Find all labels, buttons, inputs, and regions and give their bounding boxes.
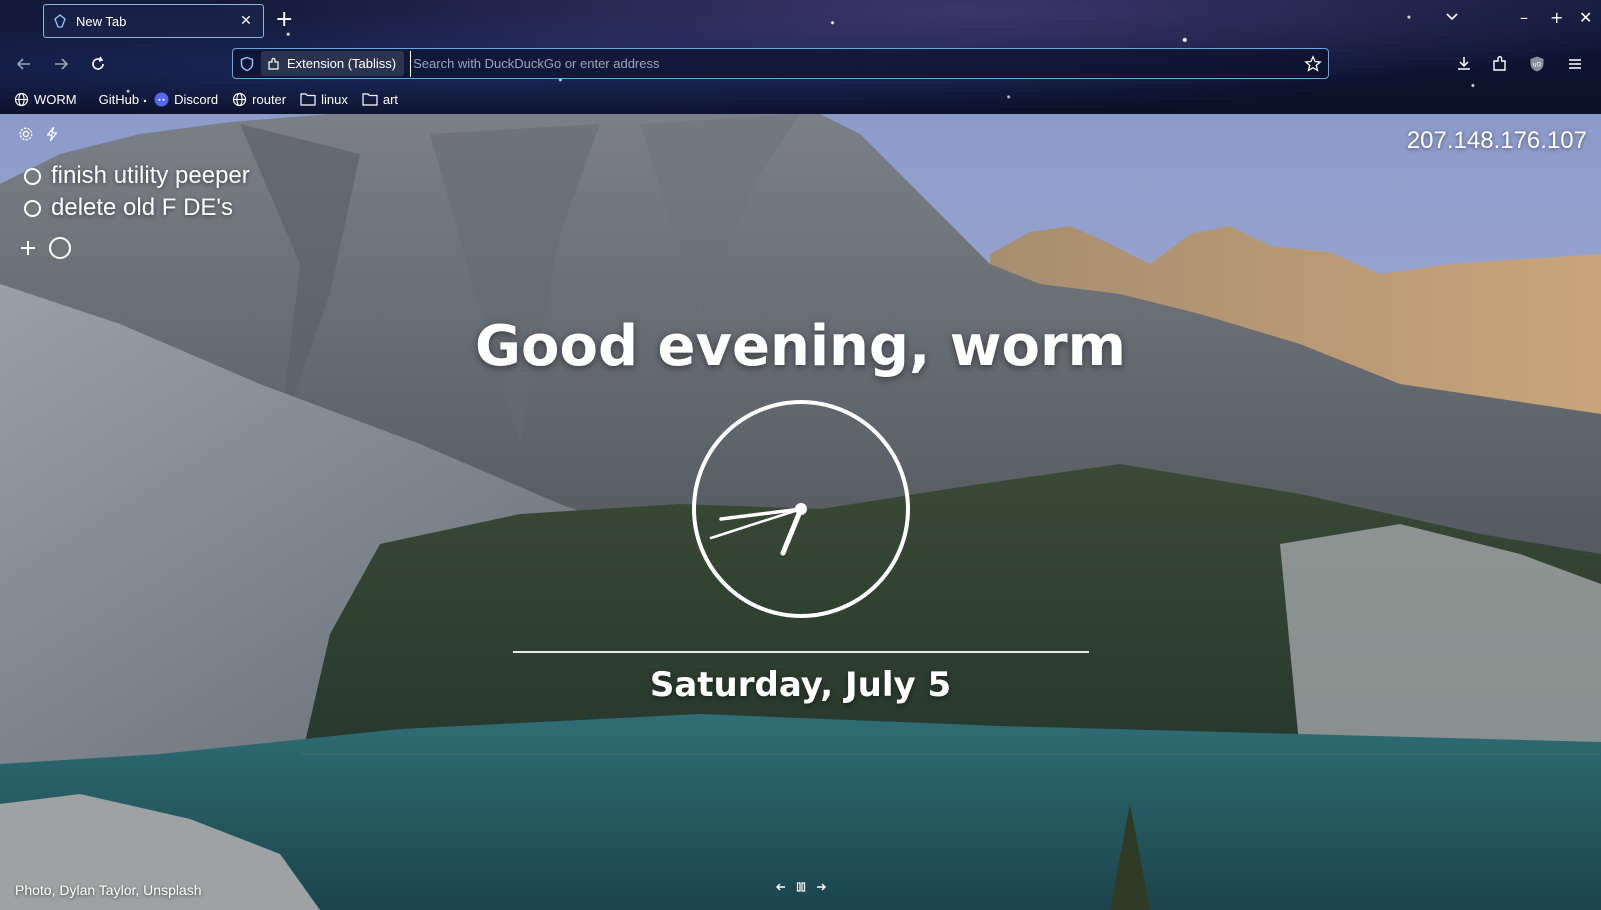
extension-identity-chip[interactable]: Extension (Tabliss) [261,51,405,76]
list-all-tabs-icon[interactable] [1444,8,1460,29]
svg-text:uO: uO [1533,62,1542,69]
toolbar-icons [18,126,60,142]
tab-title: New Tab [76,13,127,29]
quick-settings-lightning-icon[interactable] [44,126,60,142]
tab-new-tab[interactable]: New Tab ✕ [43,4,264,38]
tabliss-favicon-icon [52,13,68,29]
ip-address-widget: 207.148.176.107 [1406,127,1587,154]
clock-center-pin [795,503,807,515]
browser-chrome: New Tab ✕ + – + ✕ Extension (Tabliss) Se… [0,0,1601,114]
todo-item: delete old F DE's [24,192,250,224]
todo-text[interactable]: delete old F DE's [51,194,233,222]
clock-hour-hand [780,506,804,556]
bookmark-label: Discord [174,91,219,107]
credit-source[interactable]: Unsplash [143,882,201,898]
shield-icon[interactable] [233,56,261,72]
bookmark-star-icon[interactable] [1298,54,1328,73]
bookmark-label: router [252,91,287,107]
todo-checkbox[interactable] [24,199,41,217]
previous-icon[interactable] [775,881,787,893]
address-input[interactable] [410,50,1298,77]
next-icon[interactable] [815,881,827,893]
greeting-text: Good evening, worm [475,314,1126,379]
bookmark-label: linux [321,91,348,107]
bookmarks-toolbar: WORM GitHub Discord router linux art [14,88,412,110]
bookmark-worm[interactable]: WORM [14,92,77,107]
show-completed-circle-icon[interactable] [48,236,72,260]
analog-clock [692,400,910,618]
background-controls [775,881,827,893]
discord-icon [154,92,169,107]
downloads-icon[interactable] [1452,52,1476,76]
photo-credit: Photo, Dylan Taylor, Unsplash [15,882,202,898]
bookmark-github[interactable]: GitHub [99,92,148,107]
folder-icon [362,92,378,106]
close-window-button[interactable]: ✕ [1579,8,1592,28]
hamburger-menu-icon[interactable] [1563,52,1587,76]
date-divider [513,651,1089,653]
ublock-origin-icon[interactable]: uO [1525,52,1549,76]
github-icon [142,92,148,107]
todo-widget: finish utility peeper delete old F DE's [21,160,250,260]
todo-actions [18,236,250,260]
todo-item: finish utility peeper [24,160,250,192]
tabliss-new-tab-page: 207.148.176.107 finish utility peeper de… [0,114,1601,910]
back-arrow-icon[interactable] [12,52,36,76]
tab-close-icon[interactable]: ✕ [237,13,255,29]
bookmark-discord[interactable]: Discord [154,92,218,107]
extension-identity-label: Extension (Tabliss) [287,56,397,71]
todo-checkbox[interactable] [24,167,41,185]
credit-author[interactable]: Dylan Taylor [59,882,135,898]
bookmark-folder-linux[interactable]: linux [300,92,348,107]
extensions-icon[interactable] [1488,52,1512,76]
minimize-button[interactable]: – [1520,8,1528,28]
credit-prefix[interactable]: Photo [15,882,52,898]
date-text: Saturday, July 5 [649,665,952,705]
folder-icon [300,92,316,106]
pause-icon[interactable] [795,881,807,893]
todo-text[interactable]: finish utility peeper [51,162,250,190]
maximize-button[interactable]: + [1550,8,1563,28]
bookmark-folder-art[interactable]: art [362,92,398,107]
new-tab-button[interactable]: + [275,8,293,32]
bookmark-label: art [382,91,399,107]
puzzle-icon [267,57,281,71]
add-todo-plus-icon[interactable] [18,238,38,258]
reload-icon[interactable] [86,52,110,76]
bookmark-label: GitHub [98,91,140,107]
bookmark-label: WORM [34,91,77,107]
globe-icon [232,92,247,107]
bookmark-router[interactable]: router [232,92,286,107]
globe-icon [14,92,29,107]
settings-gear-icon[interactable] [18,126,34,142]
url-bar[interactable]: Extension (Tabliss) [232,48,1329,79]
forward-arrow-icon[interactable] [49,52,73,76]
